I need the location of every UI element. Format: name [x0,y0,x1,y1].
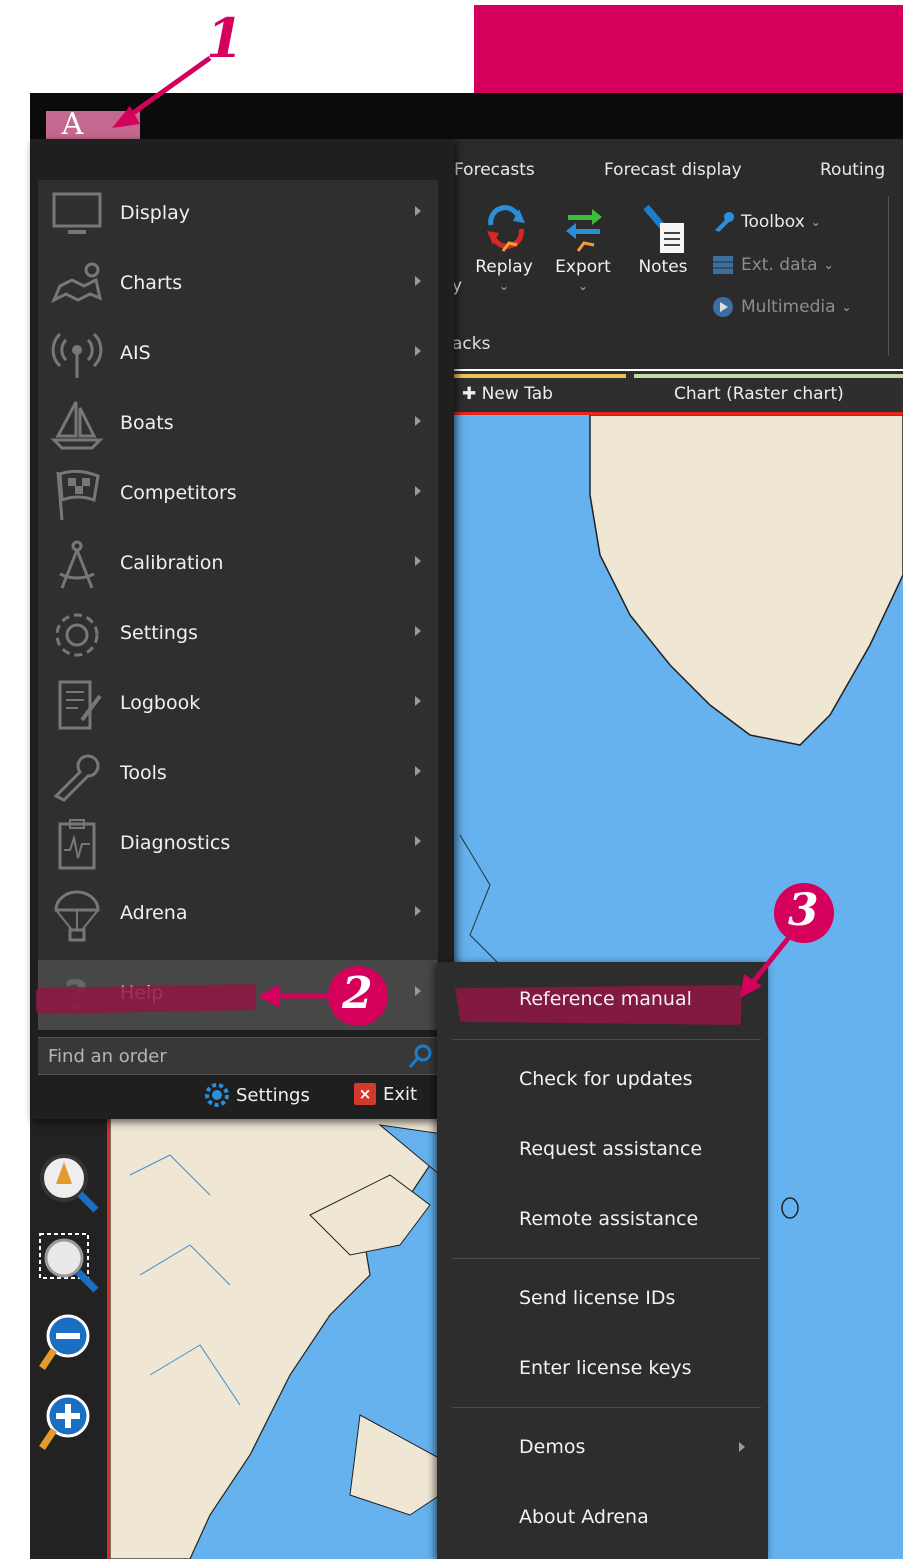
annotation-3: 3 [788,885,819,936]
annotation-1: 1 [206,6,244,70]
annotation-2: 2 [342,968,373,1019]
annotation-layer [112,55,834,1026]
